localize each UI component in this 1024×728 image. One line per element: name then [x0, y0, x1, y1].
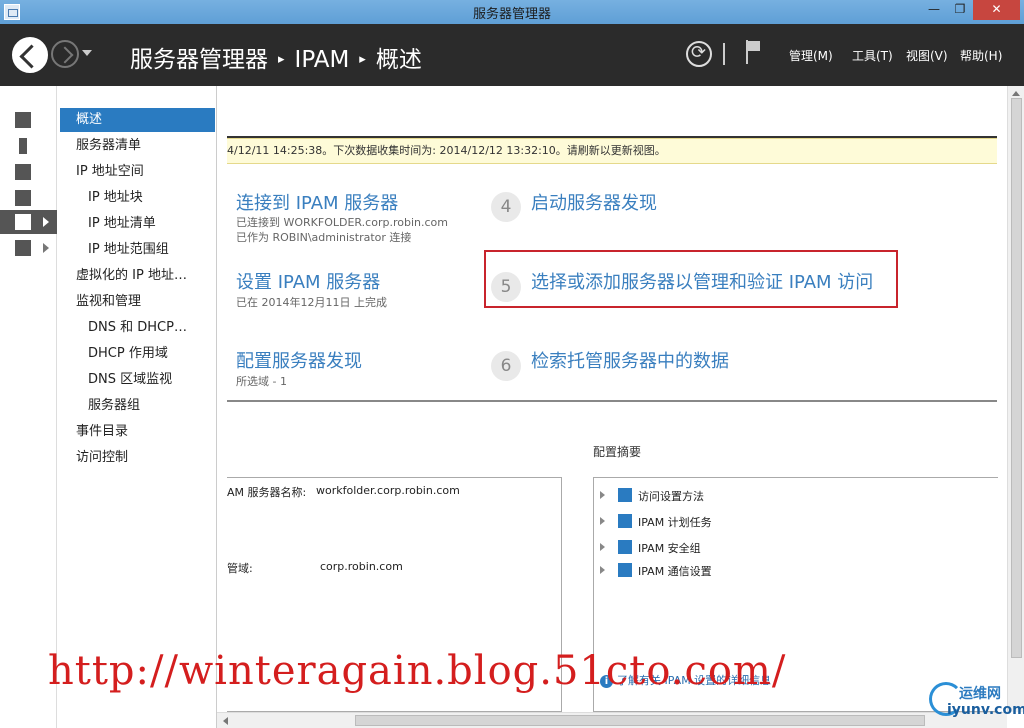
logo-cn-text: 运维网	[959, 686, 1001, 702]
expand-arrow-icon	[600, 491, 605, 499]
icon-rail	[0, 86, 57, 728]
step-4-number: 4	[491, 192, 521, 222]
vertical-scrollbar[interactable]	[1007, 86, 1024, 712]
tree-item-ip-address-blocks[interactable]: IP 地址块	[60, 186, 215, 210]
red-highlight-box	[484, 250, 898, 308]
horizontal-scrollbar[interactable]	[217, 712, 1007, 728]
expand-arrow-icon	[600, 517, 605, 525]
retrieve-server-data-link[interactable]: 检索托管服务器中的数据	[531, 347, 729, 373]
config-summary-title: 配置摘要	[593, 445, 642, 459]
menu-view[interactable]: 视图(V)	[906, 47, 948, 64]
minimize-button[interactable]: —	[921, 0, 947, 20]
access-settings-icon	[618, 488, 632, 502]
local-server-icon	[19, 138, 27, 154]
blog-url-watermark: http://winteragain.blog.51cto.com/	[48, 648, 787, 694]
provision-ipam-server-link[interactable]: 设置 IPAM 服务器	[236, 268, 380, 294]
breadcrumb-ipam[interactable]: IPAM	[295, 47, 350, 73]
rail-other-role[interactable]	[0, 236, 57, 260]
menu-help[interactable]: 帮助(H)	[960, 47, 1002, 64]
horizontal-scroll-thumb[interactable]	[355, 715, 925, 726]
tree-item-server-inventory[interactable]: 服务器清单	[60, 134, 215, 158]
security-group-icon	[618, 540, 632, 554]
back-button[interactable]	[12, 37, 48, 73]
tree-item-event-catalog[interactable]: 事件目录	[60, 420, 215, 444]
provision-status: 已在 2014年12月11日 上完成	[236, 296, 387, 309]
server-name-value: workfolder.corp.robin.com	[316, 484, 460, 497]
quick-start-steps: 连接到 IPAM 服务器 已连接到 WORKFOLDER.corp.robin.…	[227, 164, 997, 402]
discovery-status: 所选域 - 1	[236, 375, 287, 388]
file-storage-icon	[15, 190, 31, 206]
tree-item-overview[interactable]: 概述	[60, 108, 215, 132]
iyunv-logo: 运维网 iyunv.com	[925, 680, 1024, 724]
title-bar: 服务器管理器 — ❐ ✕	[0, 0, 1024, 24]
other-role-icon	[15, 240, 31, 256]
nav-history-dropdown-icon[interactable]	[82, 50, 92, 56]
menu-manage[interactable]: 管理(M)	[789, 47, 833, 64]
vertical-scroll-thumb[interactable]	[1011, 98, 1022, 658]
breadcrumb-current: 概述	[375, 47, 422, 73]
step-6-number: 6	[491, 351, 521, 381]
refresh-icon[interactable]	[686, 41, 712, 67]
data-collection-notice: 4/12/11 14:25:38。下次数据收集时间为: 2014/12/12 1…	[227, 138, 997, 164]
rail-local-server[interactable]	[0, 134, 57, 158]
forward-button[interactable]	[51, 40, 79, 68]
tree-item-monitor-manage[interactable]: 监视和管理	[60, 290, 215, 314]
connect-status-user: 已作为 ROBIN\administrator 连接	[236, 231, 412, 244]
breadcrumb-separator-icon: ▸	[278, 52, 285, 67]
rail-ipam[interactable]	[0, 210, 57, 234]
domain-label: 管域:	[227, 562, 253, 575]
tree-item-dns-zone-monitoring[interactable]: DNS 区域监视	[60, 368, 215, 392]
expand-arrow-icon	[43, 243, 49, 253]
expand-arrow-icon	[600, 543, 605, 551]
nav-tree: 概述 服务器清单 IP 地址空间 IP 地址块 IP 地址清单 IP 地址范围组…	[57, 86, 217, 728]
main-content: 4/12/11 14:25:38。下次数据收集时间为: 2014/12/12 1…	[217, 86, 1007, 712]
configure-server-discovery-link[interactable]: 配置服务器发现	[236, 347, 362, 373]
scheduled-task-icon	[618, 514, 632, 528]
scroll-left-icon[interactable]	[223, 717, 228, 725]
expand-arrow-icon	[43, 217, 49, 227]
breadcrumb-separator-icon: ▸	[359, 52, 366, 67]
connect-ipam-server-link[interactable]: 连接到 IPAM 服务器	[236, 189, 398, 215]
breadcrumb: 服务器管理器 ▸ IPAM ▸ 概述	[130, 40, 422, 74]
expand-arrow-icon	[600, 566, 605, 574]
communication-settings-icon	[618, 563, 632, 577]
menu-tools[interactable]: 工具(T)	[852, 47, 893, 64]
rail-all-servers[interactable]	[0, 160, 57, 184]
tree-item-ip-address-space[interactable]: IP 地址空间	[60, 160, 215, 184]
tree-item-dns-dhcp[interactable]: DNS 和 DHCP…	[60, 316, 215, 340]
maximize-button[interactable]: ❐	[947, 0, 973, 20]
tree-item-ip-range-groups[interactable]: IP 地址范围组	[60, 238, 215, 262]
tree-item-dhcp-scopes[interactable]: DHCP 作用域	[60, 342, 215, 366]
start-server-discovery-link[interactable]: 启动服务器发现	[531, 189, 657, 215]
rail-dashboard[interactable]	[0, 108, 57, 132]
server-name-label: AM 服务器名称:	[227, 486, 307, 499]
close-button[interactable]: ✕	[973, 0, 1020, 20]
dashboard-icon	[15, 112, 31, 128]
connect-status-server: 已连接到 WORKFOLDER.corp.robin.com	[236, 216, 448, 229]
domain-value: corp.robin.com	[320, 560, 403, 573]
tree-item-virtualized-ip[interactable]: 虚拟化的 IP 地址…	[60, 264, 215, 288]
breadcrumb-root[interactable]: 服务器管理器	[130, 47, 268, 73]
all-servers-icon	[15, 164, 31, 180]
tree-item-access-control[interactable]: 访问控制	[60, 446, 215, 470]
header-bar: 服务器管理器 ▸ IPAM ▸ 概述 管理(M) 工具(T) 视图(V) 帮助(H)	[0, 24, 1024, 86]
tree-item-server-groups[interactable]: 服务器组	[60, 394, 215, 418]
notifications-flag-icon[interactable]	[744, 40, 764, 66]
header-divider	[723, 43, 725, 65]
tree-item-ip-address-inventory[interactable]: IP 地址清单	[60, 212, 215, 236]
logo-en-text: iyunv.com	[947, 702, 1024, 718]
window-title: 服务器管理器	[472, 7, 551, 22]
rail-file-storage[interactable]	[0, 186, 57, 210]
ipam-icon	[15, 214, 31, 230]
scroll-up-icon[interactable]	[1012, 91, 1020, 96]
